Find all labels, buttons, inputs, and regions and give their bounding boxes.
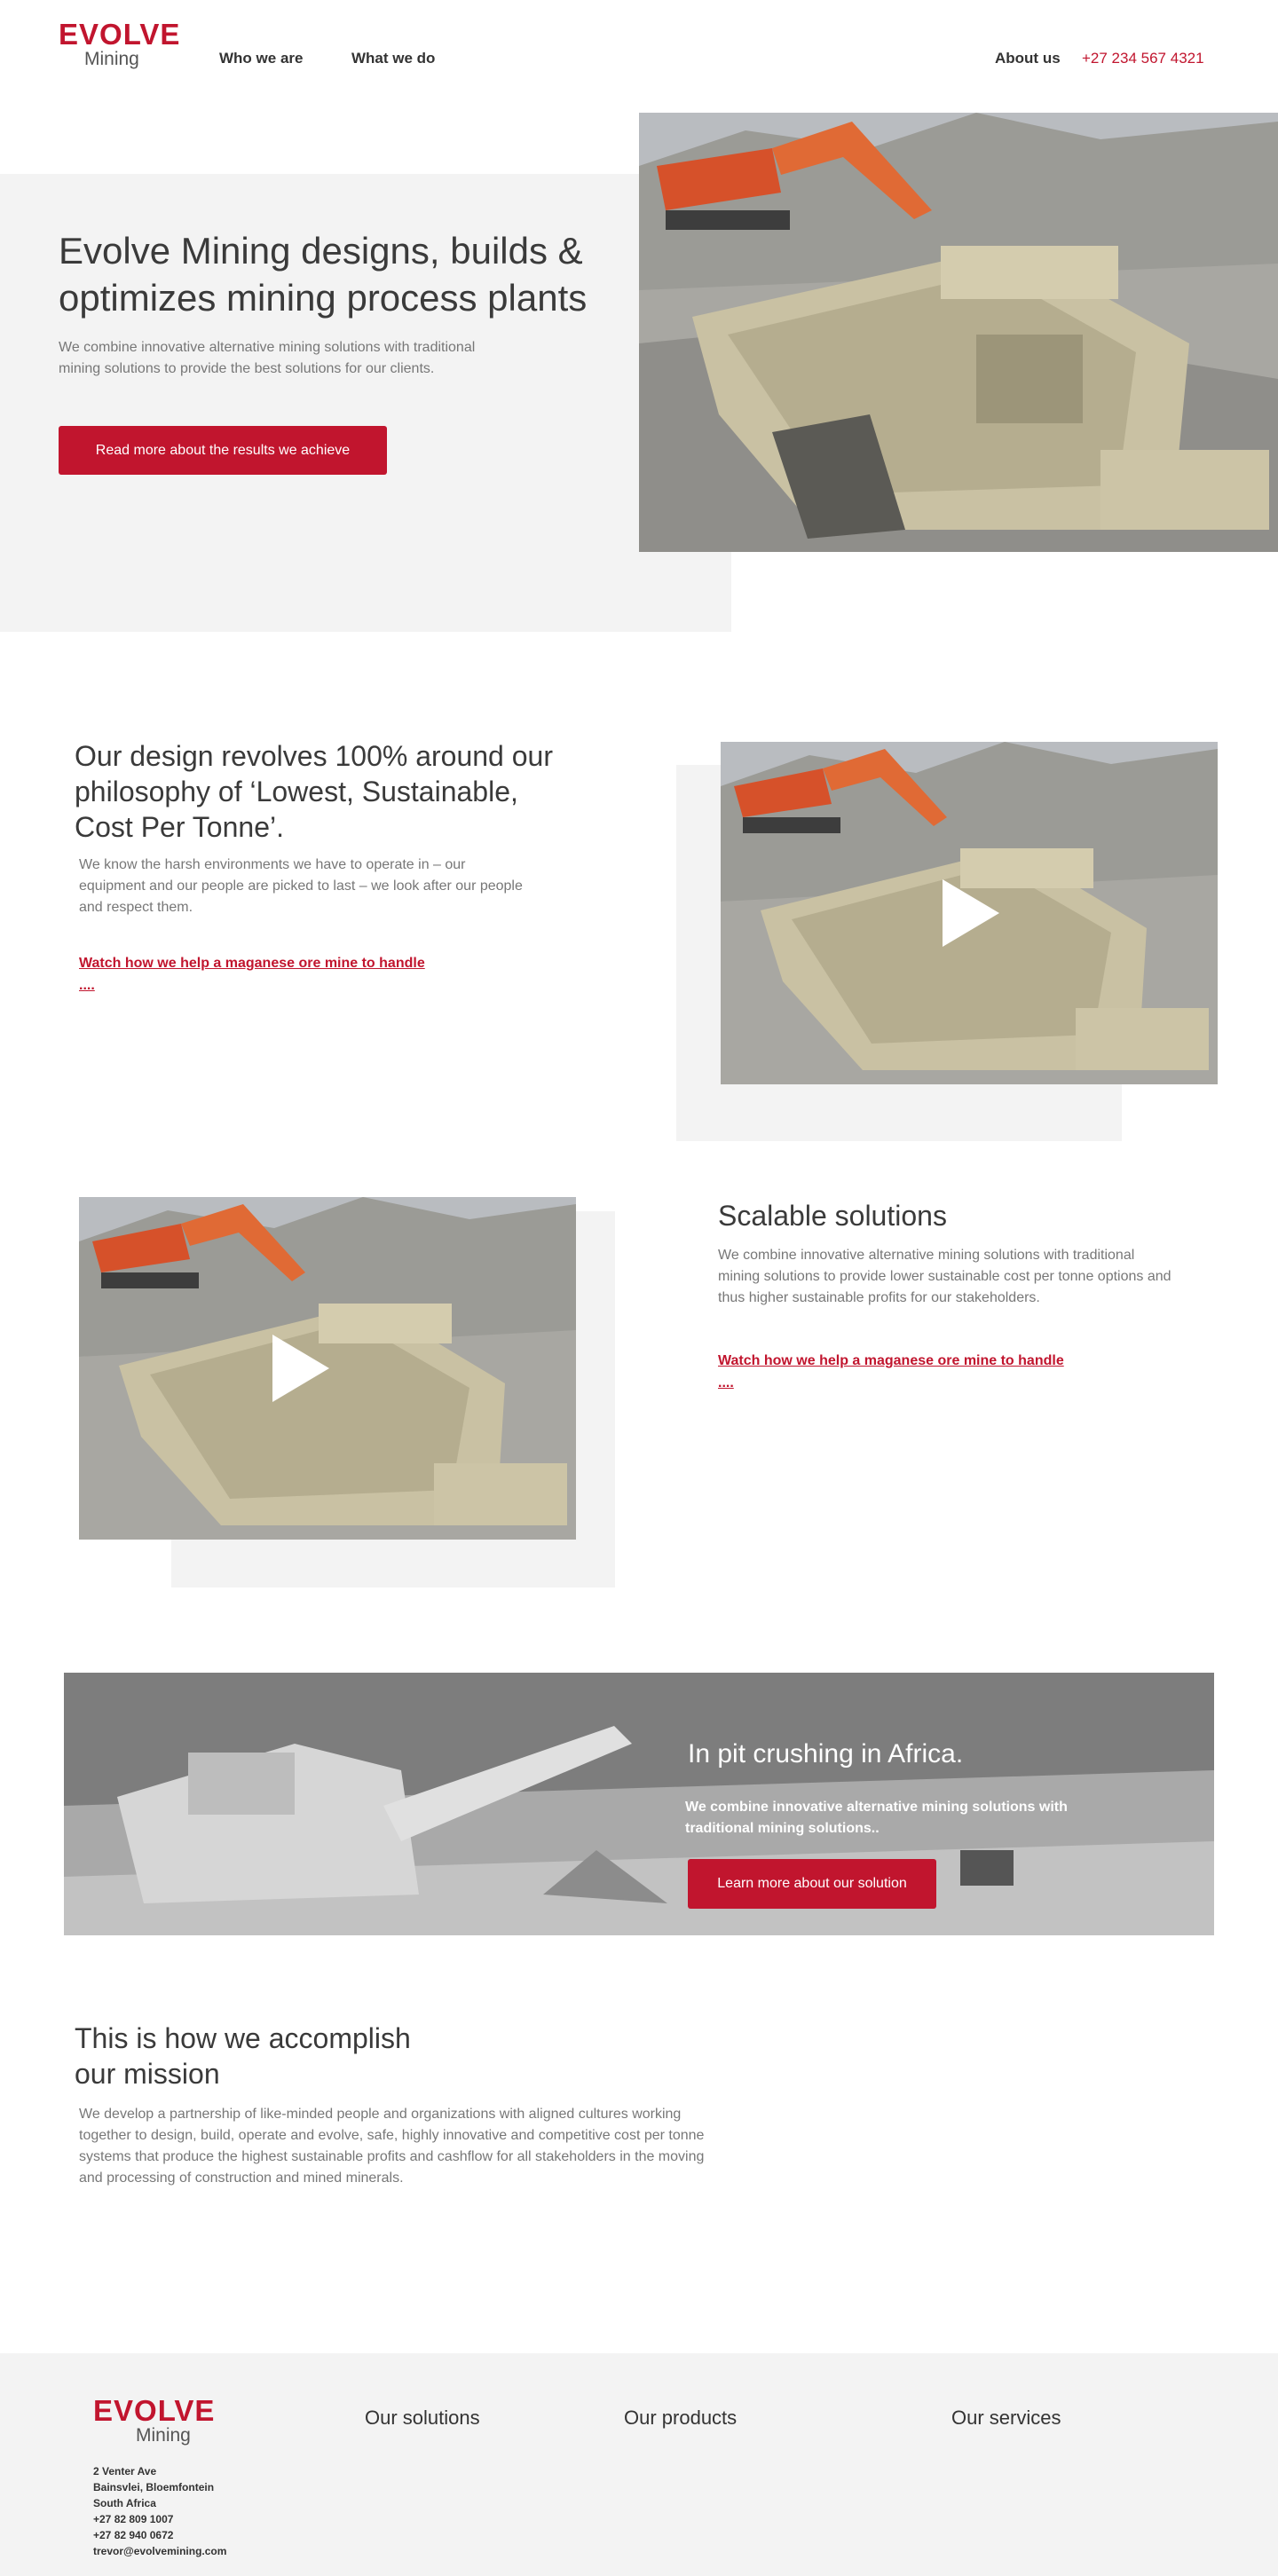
video-1-thumbnail[interactable] bbox=[721, 742, 1218, 1084]
philosophy-description: We know the harsh environments we have t… bbox=[79, 857, 523, 915]
hero-crusher-image bbox=[639, 113, 1278, 552]
banner-learn-more-button[interactable]: Learn more about our solution bbox=[688, 1859, 936, 1909]
address-street: 2 Venter Ave bbox=[93, 2465, 157, 2478]
footer-heading-solutions: Our solutions bbox=[365, 2407, 480, 2429]
address-email[interactable]: trevor@evolvemining.com bbox=[93, 2543, 226, 2559]
philosophy-watch-link[interactable]: Watch how we help a maganese ore mine to… bbox=[79, 952, 434, 997]
address-phone-2[interactable]: +27 82 940 0672 bbox=[93, 2527, 226, 2543]
address-city: Bainsvlei, Bloemfontein bbox=[93, 2481, 215, 2493]
header-logo[interactable]: EVOLVE Mining bbox=[59, 18, 181, 69]
nav-what-we-do[interactable]: What we do bbox=[351, 50, 435, 67]
scalable-watch-link[interactable]: Watch how we help a maganese ore mine to… bbox=[718, 1350, 1073, 1394]
mission-title: This is how we accomplish our mission bbox=[75, 2022, 411, 2090]
footer-heading-products: Our products bbox=[624, 2407, 738, 2429]
banner-title: In pit crushing in Africa. bbox=[688, 1739, 964, 1769]
hero-description: We combine innovative alternative mining… bbox=[59, 340, 476, 376]
video-2-thumbnail[interactable] bbox=[79, 1197, 576, 1540]
address-phone-1[interactable]: +27 82 809 1007 bbox=[93, 2511, 226, 2527]
nav-about-us[interactable]: About us bbox=[995, 50, 1061, 67]
logo-subtitle: Mining bbox=[84, 49, 139, 69]
hero-title: Evolve Mining designs, builds & optimize… bbox=[59, 230, 588, 319]
logo-wordmark: EVOLVE bbox=[59, 18, 181, 51]
nav-who-we-are[interactable]: Who we are bbox=[219, 50, 303, 67]
footer-address: 2 Venter Ave Bainsvlei, Bloemfontein Sou… bbox=[93, 2463, 226, 2559]
footer-logo[interactable]: EVOLVE Mining bbox=[93, 2396, 217, 2445]
footer-heading-services: Our services bbox=[951, 2407, 1061, 2429]
play-icon[interactable] bbox=[272, 1335, 329, 1402]
logo-subtitle: Mining bbox=[136, 2425, 191, 2446]
banner-description: We combine innovative alternative mining… bbox=[685, 1800, 1068, 1836]
mission-description: We develop a partnership of like-minded … bbox=[79, 2107, 705, 2186]
address-country: South Africa bbox=[93, 2497, 156, 2509]
header-phone-link[interactable]: +27 234 567 4321 bbox=[1082, 50, 1204, 67]
logo-wordmark: EVOLVE bbox=[93, 2394, 216, 2427]
hero-results-button[interactable]: Read more about the results we achieve bbox=[59, 426, 387, 475]
scalable-title: Scalable solutions bbox=[718, 1200, 947, 1232]
scalable-description: We combine innovative alternative mining… bbox=[718, 1248, 1172, 1305]
play-icon[interactable] bbox=[943, 879, 999, 947]
philosophy-title: Our design revolves 100% around our phil… bbox=[75, 740, 553, 843]
